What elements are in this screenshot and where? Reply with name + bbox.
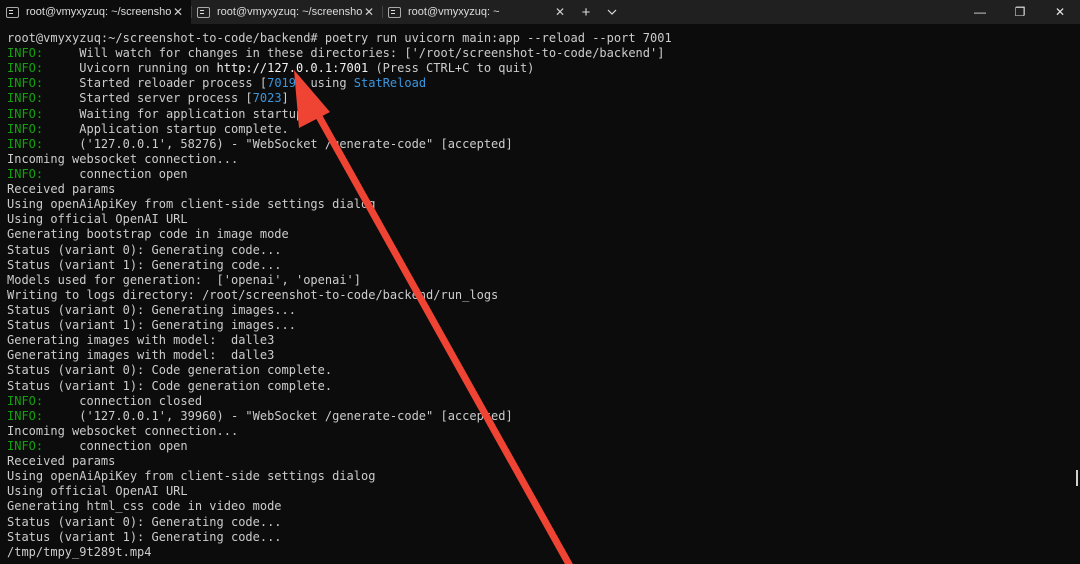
annotation-arrow-shaft (308, 100, 573, 564)
annotation-arrow (294, 70, 573, 564)
annotation-arrow-head (294, 70, 330, 128)
